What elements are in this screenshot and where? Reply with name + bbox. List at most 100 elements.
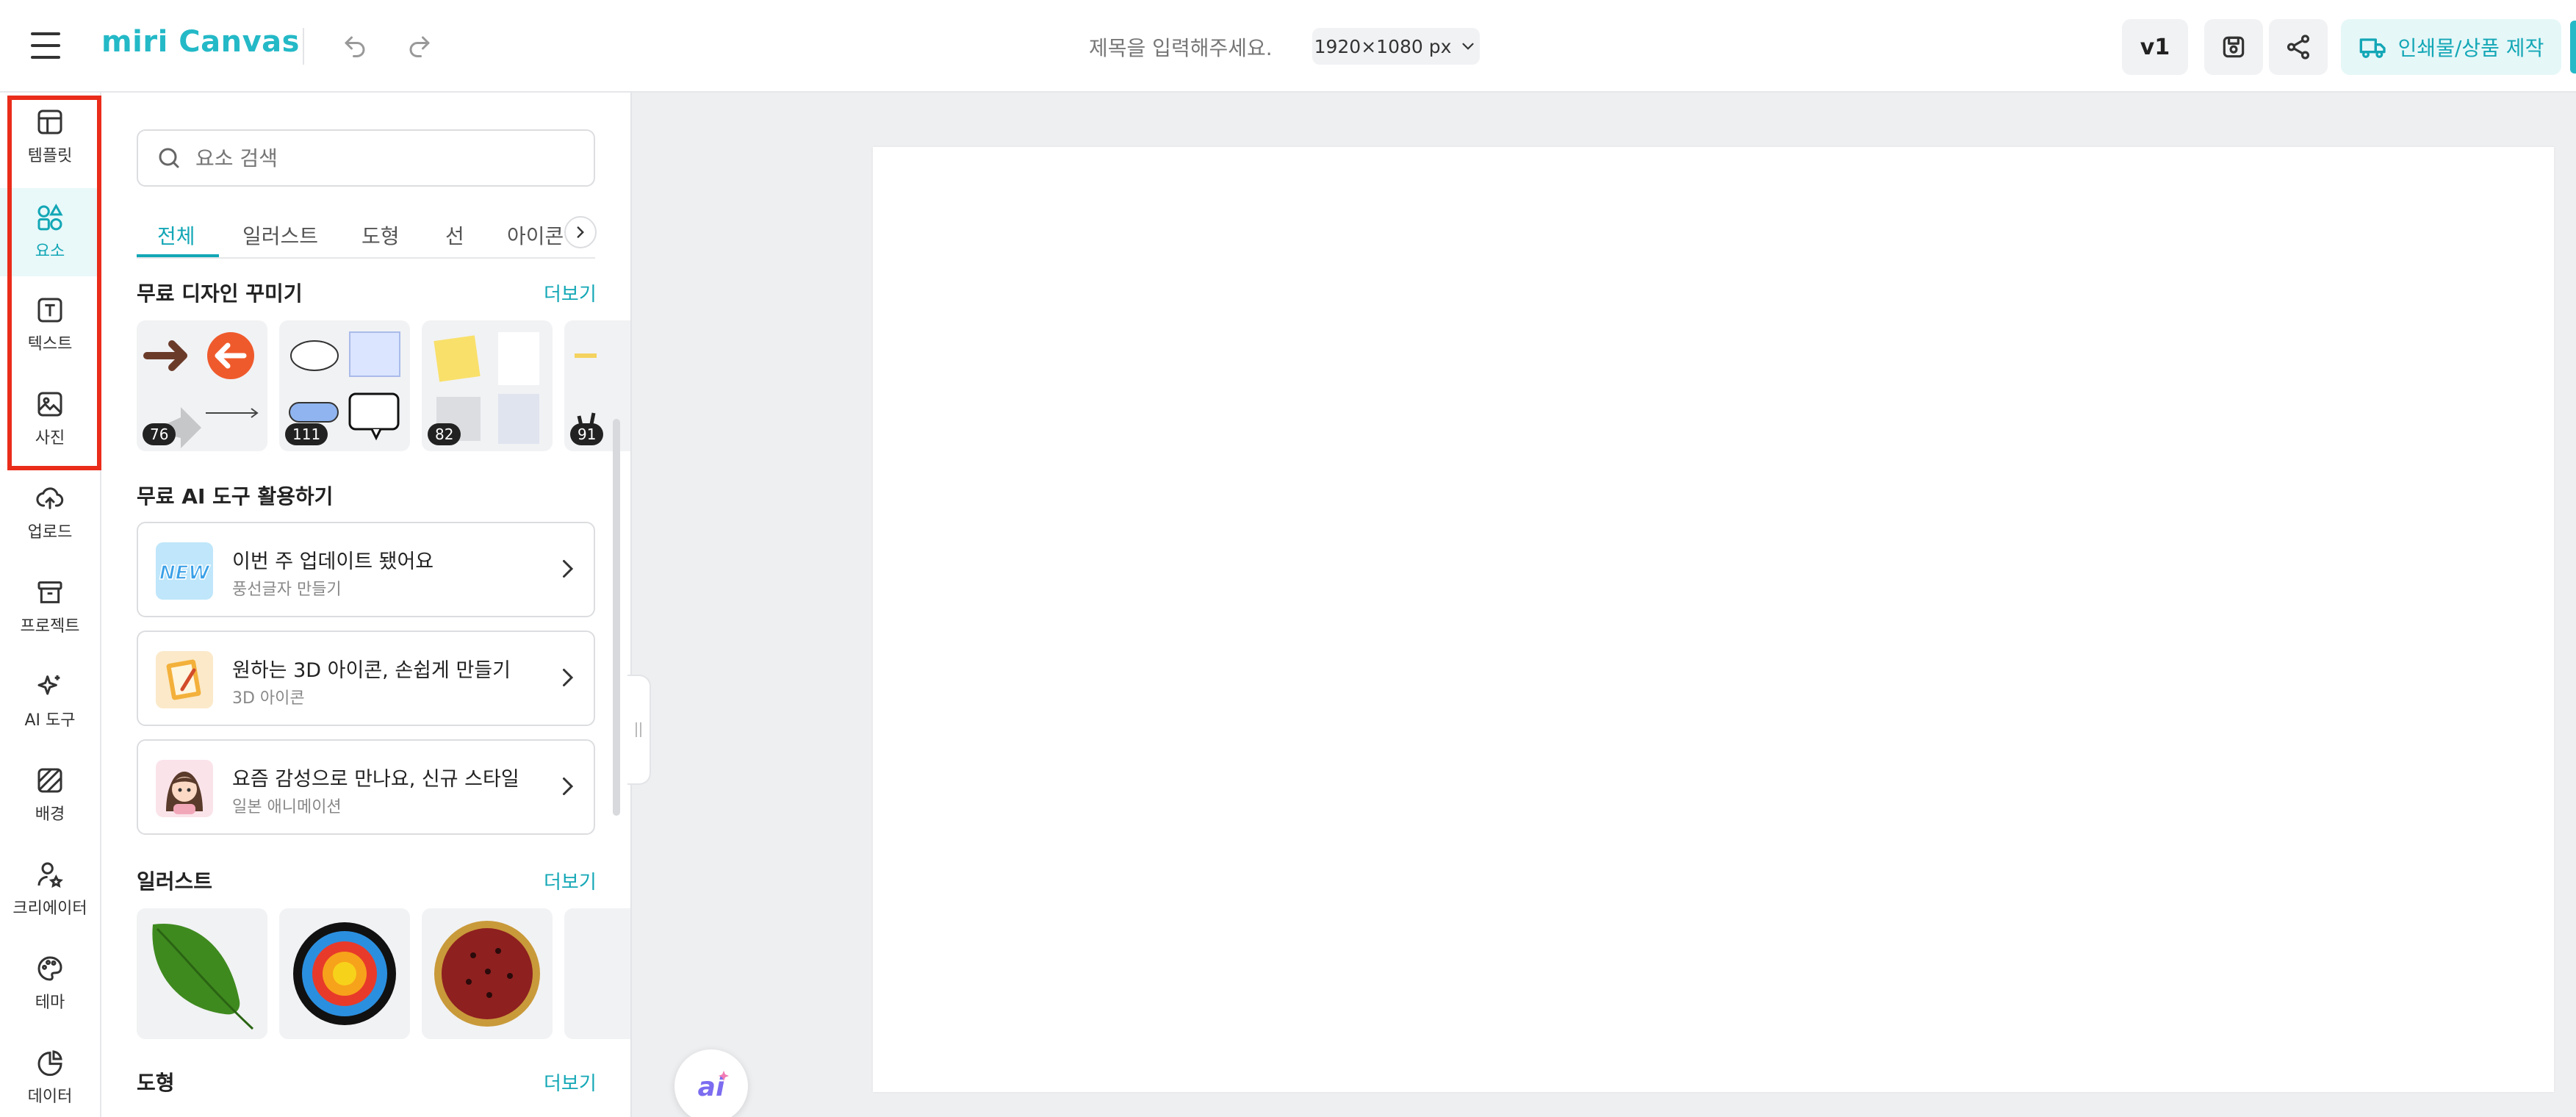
top-bar: miri Canvas 제목을 입력해주세요. 1920×1080 px v1 … [0,0,2576,93]
more-link-illustration[interactable]: 더보기 [544,867,597,894]
share-button[interactable] [2269,19,2328,75]
artboard[interactable] [873,147,2554,1092]
document-title-input[interactable]: 제목을 입력해주세요. [1089,32,1273,62]
rail-item-elements[interactable]: 요소 [0,188,100,276]
undo-icon [345,36,365,57]
upload-icon [36,487,64,509]
toolbar-divider [303,28,304,65]
rail-item-ai-tools[interactable]: AI 도구 [0,657,100,745]
ai-tool-card-3d-icon[interactable]: 원하는 3D 아이콘, 손쉽게 만들기 3D 아이콘 [137,631,595,726]
rail-item-upload[interactable]: 업로드 [0,469,100,557]
photo-icon [37,392,62,417]
notepad-icon [166,659,201,700]
save-button[interactable] [2204,19,2263,75]
rail-item-label: AI 도구 [24,711,76,730]
tab-shapes[interactable]: 도형 [361,220,400,250]
ai-card-subtitle: 풍선글자 만들기 [232,581,342,599]
tab-illustration[interactable]: 일러스트 [242,220,318,250]
pack-count-badge: 111 [285,423,328,445]
tab-all[interactable]: 전체 [157,220,195,250]
pizza-illustration [434,921,540,1027]
left-rail: 템플릿 요소 텍스트 사진 업로드 프로젝트 AI 도구 배경 크리에이터 테마… [0,93,101,1117]
background-icon [37,768,62,793]
illustration-more[interactable] [564,908,630,1039]
canvas-size-label: 1920×1080 px [1314,35,1452,57]
rail-item-label: 배경 [35,805,65,824]
palette-icon [37,956,62,981]
design-pack-speech-bubbles[interactable]: 111 [279,320,410,451]
design-pack-arrows[interactable]: 76 [137,320,267,451]
pack-count-badge: 91 [570,423,604,445]
illustration-pizza[interactable] [422,908,553,1039]
rail-item-template[interactable]: 템플릿 [0,93,100,181]
active-tab-underline [137,254,219,257]
rail-item-label: 텍스트 [27,335,73,353]
chevron-right-icon [577,226,584,238]
rail-item-label: 크리에이터 [12,899,87,918]
tab-lines[interactable]: 선 [445,220,464,250]
chevron-right-icon [563,777,574,795]
pack-count-badge: 76 [143,423,176,445]
more-link-free-design[interactable]: 더보기 [544,279,597,306]
share-icon [2287,35,2310,60]
rail-item-label: 프로젝트 [20,617,80,636]
pack-count-badge: 82 [428,423,461,445]
illustration-target[interactable] [279,908,410,1039]
design-pack-more[interactable]: 91 [564,320,630,451]
ai-card-subtitle: 일본 애니메이션 [232,798,342,816]
design-pack-notes[interactable]: 82 [422,320,553,451]
canvas-size-dropdown[interactable]: 1920×1080 px [1312,28,1480,65]
redo-icon [409,36,430,57]
version-button[interactable]: v1 [2122,19,2188,75]
anime-girl-thumbnail [156,760,213,817]
print-product-button[interactable]: 인쇄물/상품 제작 [2341,19,2561,75]
new-icon: NEW [159,561,211,585]
search-icon [159,148,179,168]
elements-icon [37,204,63,231]
ai-tool-card-balloon-text[interactable]: NEW 이번 주 업데이트 됐어요 풍선글자 만들기 [137,522,595,617]
chart-icon [37,1050,62,1077]
ai-card-title: 원하는 3D 아이콘, 손쉽게 만들기 [232,659,511,682]
section-title-shapes: 도형 [137,1071,175,1095]
category-tabs: 전체 일러스트 도형 선 아이콘 [137,213,595,259]
rail-item-background[interactable]: 배경 [0,751,100,839]
illustration-leaf[interactable] [137,908,267,1039]
ai-tool-card-anime-style[interactable]: 요즘 감성으로 만나요, 신규 스타일 일본 애니메이션 [137,739,595,835]
rail-item-label: 테마 [35,994,65,1012]
rail-item-data[interactable]: 데이터 [0,1033,100,1117]
ai-assistant-button[interactable]: ai [674,1049,748,1117]
app-logo[interactable]: miri Canvas [101,25,300,59]
chevron-down-icon [1462,43,1474,50]
element-search-input[interactable] [195,146,578,170]
tabs-next-button[interactable] [564,216,597,248]
rail-item-theme[interactable]: 테마 [0,939,100,1027]
ai-logo-icon: ai [698,1071,729,1102]
notepad-thumbnail [156,651,213,708]
save-icon [2223,36,2245,58]
rail-item-photo[interactable]: 사진 [0,375,100,463]
panel-collapse-handle[interactable] [627,675,651,785]
rail-item-label: 템플릿 [27,147,73,165]
creator-icon [37,862,63,888]
rail-item-creator[interactable]: 크리에이터 [0,845,100,933]
redo-button[interactable] [403,29,436,63]
drag-handle-icon [636,722,641,737]
leaf-illustration [152,923,254,1030]
svg-text:NEW: NEW [159,562,211,584]
project-icon [37,581,62,603]
element-search-box[interactable] [137,129,595,187]
tab-icons[interactable]: 아이콘 [507,220,564,250]
more-link-shapes[interactable]: 더보기 [544,1068,597,1096]
hamburger-menu-icon[interactable] [31,32,60,59]
rail-item-text[interactable]: 텍스트 [0,281,100,369]
rail-item-project[interactable]: 프로젝트 [0,563,100,651]
chevron-right-icon [563,560,574,578]
section-title-free-design: 무료 디자인 꾸미기 [137,281,303,306]
rail-item-label: 업로드 [27,523,73,542]
topbar-edge-button[interactable] [2570,21,2576,73]
undo-button[interactable] [338,29,372,63]
panel-scrollbar[interactable] [613,419,620,816]
new-badge-thumbnail: NEW [156,542,213,600]
truck-icon [2359,38,2386,58]
ai-card-title: 이번 주 업데이트 됐어요 [232,550,434,573]
